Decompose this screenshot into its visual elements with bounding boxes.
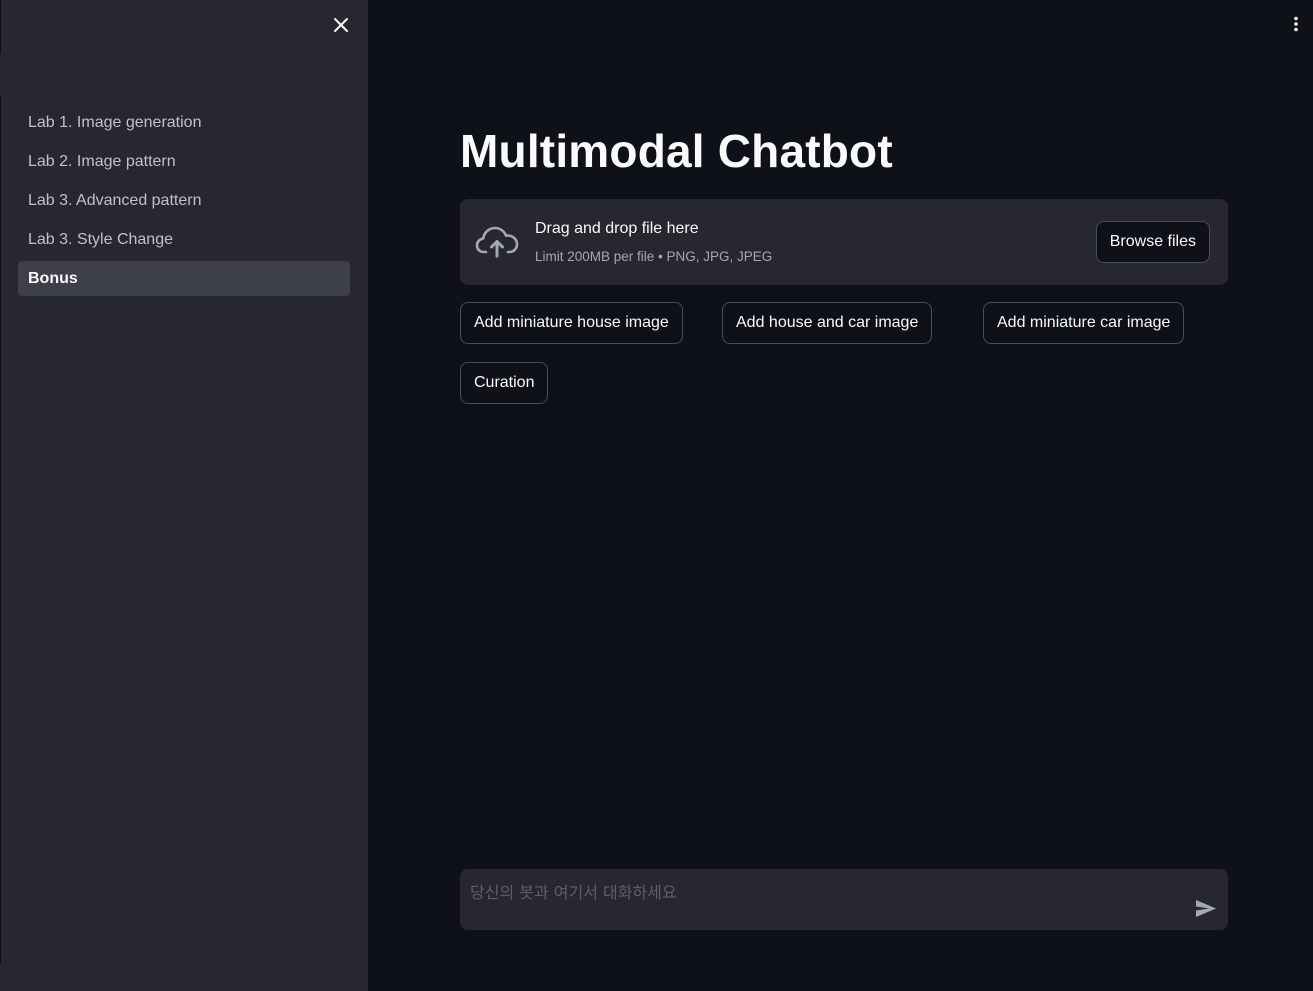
sidebar-item-label: Lab 1. Image generation (28, 113, 202, 131)
upload-title: Drag and drop file here (535, 220, 699, 237)
add-miniature-house-button[interactable]: Add miniature house image (460, 302, 683, 344)
sidebar-item-lab3-advanced[interactable]: Lab 3. Advanced pattern (18, 183, 350, 218)
send-icon (1196, 899, 1216, 917)
sidebar-item-label: Lab 2. Image pattern (28, 152, 176, 170)
sidebar-item-bonus[interactable]: Bonus (18, 261, 350, 296)
close-icon (334, 18, 348, 32)
kebab-menu-icon (1294, 16, 1298, 32)
send-button[interactable] (1194, 897, 1218, 919)
sidebar-item-label: Lab 3. Style Change (28, 230, 173, 248)
sidebar-item-label: Bonus (28, 269, 78, 287)
sidebar-item-lab1[interactable]: Lab 1. Image generation (18, 105, 350, 140)
sidebar-item-lab3-style[interactable]: Lab 3. Style Change (18, 222, 350, 257)
sidebar-item-lab2[interactable]: Lab 2. Image pattern (18, 144, 350, 179)
sidebar-edge (0, 96, 1, 964)
add-miniature-car-button[interactable]: Add miniature car image (983, 302, 1185, 344)
main-menu-button[interactable] (1286, 14, 1306, 34)
close-sidebar-button[interactable] (328, 12, 354, 38)
chat-input[interactable] (470, 869, 1180, 930)
cloud-upload-icon (475, 226, 519, 258)
chat-input-container (460, 869, 1228, 930)
sidebar-edge (0, 0, 1, 54)
sidebar-item-label: Lab 3. Advanced pattern (28, 191, 202, 209)
file-uploader-dropzone[interactable]: Drag and drop file here Limit 200MB per … (460, 199, 1228, 285)
browse-files-button[interactable]: Browse files (1095, 221, 1210, 263)
page-title: Multimodal Chatbot (460, 125, 893, 177)
curation-button[interactable]: Curation (460, 362, 549, 404)
add-house-car-button[interactable]: Add house and car image (722, 302, 933, 344)
sidebar-nav: Lab 1. Image generation Lab 2. Image pat… (18, 105, 350, 300)
app: Lab 1. Image generation Lab 2. Image pat… (0, 0, 1313, 991)
upload-limits: Limit 200MB per file • PNG, JPG, JPEG (535, 249, 773, 264)
sidebar: Lab 1. Image generation Lab 2. Image pat… (0, 0, 368, 991)
